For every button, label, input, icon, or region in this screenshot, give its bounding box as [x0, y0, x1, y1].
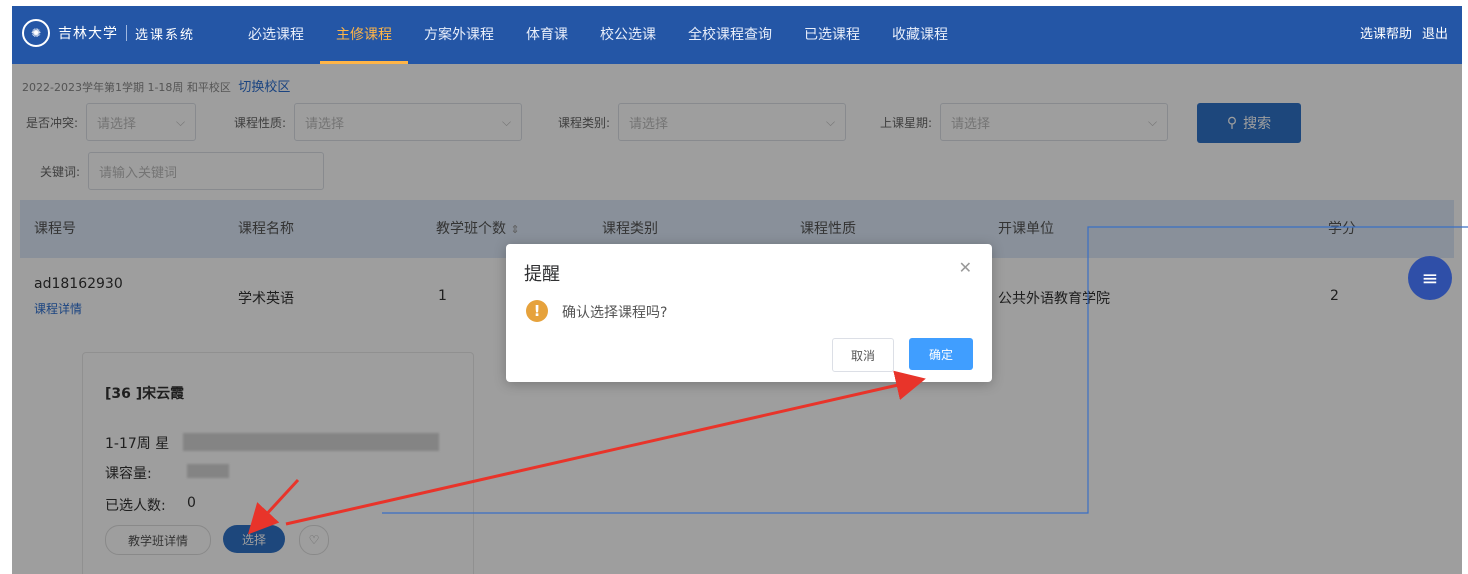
- system-name: 选课系统: [135, 27, 196, 43]
- close-icon[interactable]: ✕: [959, 258, 972, 277]
- logo[interactable]: ✺ 吉林大学 选课系统: [22, 19, 195, 47]
- floating-menu-button[interactable]: ≡: [1408, 256, 1452, 300]
- confirm-button[interactable]: 确定: [909, 338, 973, 370]
- nav-pe-courses[interactable]: 体育课: [510, 6, 584, 64]
- university-name: 吉林大学: [58, 26, 118, 42]
- nav-right: 选课帮助 退出: [1360, 6, 1448, 64]
- cancel-button-label: 取消: [850, 348, 875, 363]
- dialog-message: 确认选择课程吗?: [562, 305, 668, 321]
- cancel-button[interactable]: 取消: [832, 338, 894, 372]
- nav-public-electives[interactable]: 校公选课: [584, 6, 672, 64]
- dialog-title: 提醒: [524, 264, 560, 285]
- nav-course-search[interactable]: 全校课程查询: [672, 6, 788, 64]
- top-navbar: ✺ 吉林大学 选课系统 必选课程 主修课程 方案外课程 体育课 校公选课 全校课…: [12, 6, 1462, 64]
- menu-icon: ≡: [1421, 266, 1439, 290]
- logo-emblem-icon: ✺: [22, 19, 50, 47]
- nav-major-courses[interactable]: 主修课程: [320, 6, 408, 64]
- page-frame: ✺ 吉林大学 选课系统 必选课程 主修课程 方案外课程 体育课 校公选课 全校课…: [12, 6, 1462, 574]
- logout-link[interactable]: 退出: [1422, 6, 1448, 64]
- logo-divider: [126, 25, 127, 41]
- confirm-button-label: 确定: [928, 347, 953, 362]
- nav-required-courses[interactable]: 必选课程: [232, 6, 320, 64]
- help-link[interactable]: 选课帮助: [1360, 6, 1412, 64]
- nav-favorite-courses[interactable]: 收藏课程: [876, 6, 964, 64]
- nav-menu: 必选课程 主修课程 方案外课程 体育课 校公选课 全校课程查询 已选课程 收藏课…: [232, 6, 964, 64]
- nav-selected-courses[interactable]: 已选课程: [788, 6, 876, 64]
- nav-outside-plan-courses[interactable]: 方案外课程: [408, 6, 510, 64]
- confirm-dialog: 提醒 ✕ ! 确认选择课程吗? 取消 确定: [506, 244, 992, 382]
- warning-icon: !: [526, 300, 548, 322]
